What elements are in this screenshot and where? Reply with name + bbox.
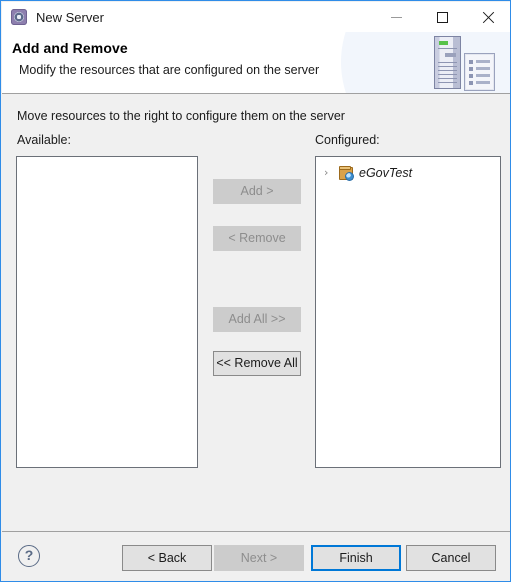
wizard-header: Add and Remove Modify the resources that…	[2, 32, 510, 93]
maximize-icon	[436, 11, 448, 23]
web-project-icon	[338, 165, 354, 181]
configured-tree[interactable]: › eGovTest	[315, 156, 501, 468]
add-all-button[interactable]: Add All >>	[213, 307, 301, 332]
tower-slot	[445, 53, 456, 57]
help-icon[interactable]: ?	[18, 545, 40, 567]
title-bar: New Server	[2, 2, 510, 32]
tower-led	[439, 41, 448, 45]
next-button[interactable]: Next >	[214, 545, 304, 571]
chevron-right-icon[interactable]: ›	[324, 167, 338, 178]
configured-label: Configured:	[315, 133, 380, 147]
server-gear-icon	[11, 9, 27, 25]
finish-button[interactable]: Finish	[311, 545, 401, 571]
close-button[interactable]	[465, 2, 510, 32]
instruction-text: Move resources to the right to configure…	[17, 109, 345, 123]
server-tower-icon	[434, 36, 461, 89]
available-label: Available:	[17, 133, 71, 147]
remove-all-button[interactable]: << Remove All	[213, 351, 301, 376]
maximize-button[interactable]	[419, 2, 465, 32]
minimize-button[interactable]	[373, 2, 419, 32]
remove-button[interactable]: < Remove	[213, 226, 301, 251]
add-button[interactable]: Add >	[213, 179, 301, 204]
new-server-dialog: New Server Add and Remove Modify the res…	[0, 0, 511, 582]
document-icon	[464, 53, 495, 91]
back-button[interactable]: < Back	[122, 545, 212, 571]
page-description: Modify the resources that are configured…	[19, 63, 320, 77]
page-title: Add and Remove	[12, 40, 128, 56]
server-tower-and-document-icon	[430, 35, 502, 93]
dialog-footer: ? < Back Next > Finish Cancel	[2, 532, 510, 581]
close-icon	[482, 11, 495, 24]
tree-item-egovtest[interactable]: › eGovTest	[316, 163, 500, 182]
tree-item-label: eGovTest	[359, 165, 413, 180]
dialog-body: Move resources to the right to configure…	[2, 94, 510, 531]
minimize-icon	[390, 16, 402, 18]
cancel-button[interactable]: Cancel	[406, 545, 496, 571]
window-title: New Server	[36, 9, 104, 25]
available-list[interactable]	[16, 156, 198, 468]
